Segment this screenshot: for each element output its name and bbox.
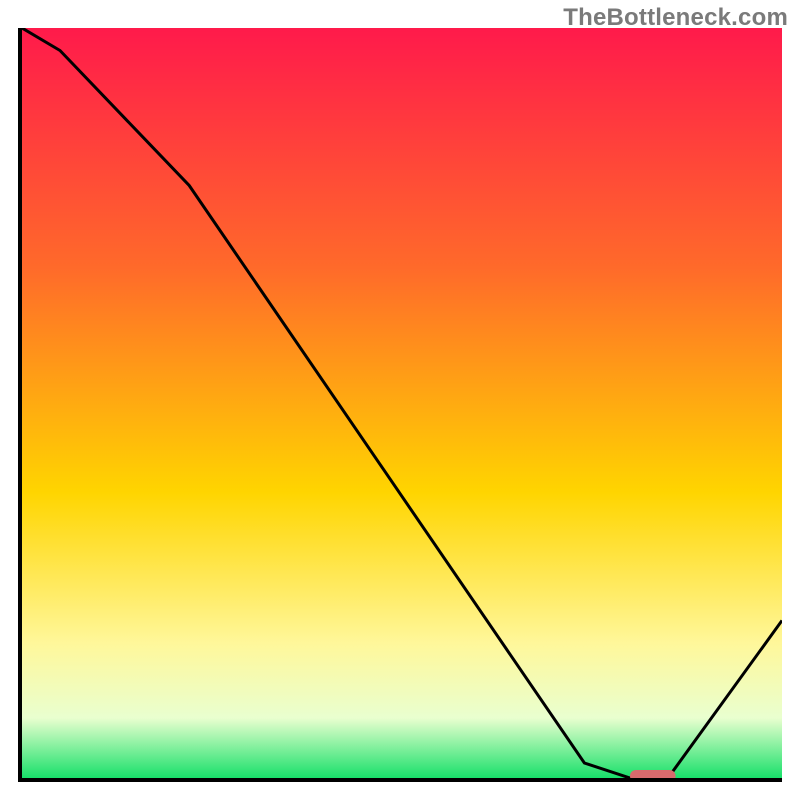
plot-area [22,28,782,778]
chart-frame: TheBottleneck.com [0,0,800,800]
gradient-background [22,28,782,778]
watermark-text: TheBottleneck.com [563,4,788,32]
y-axis [18,28,22,782]
x-axis [18,778,782,782]
optimal-marker [630,770,676,778]
